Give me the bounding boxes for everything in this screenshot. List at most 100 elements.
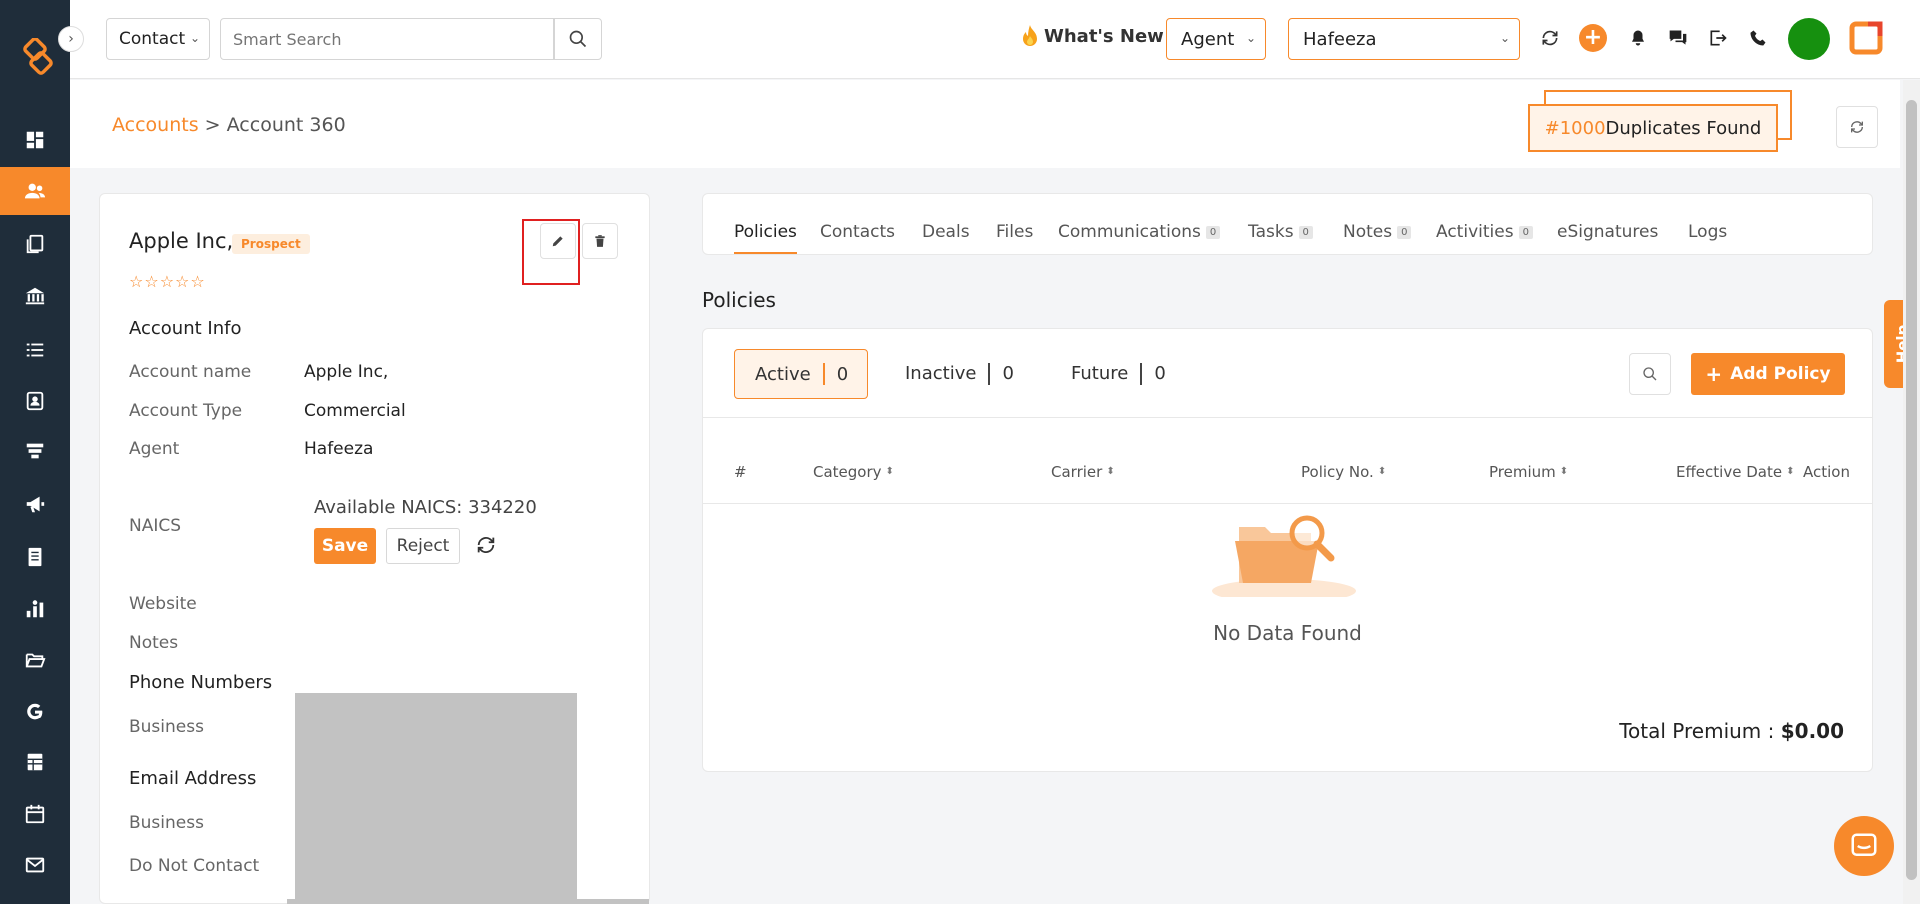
scrollbar-thumb[interactable] bbox=[1906, 100, 1917, 880]
column-premium[interactable]: Premium ⬍ bbox=[1489, 463, 1568, 481]
role-select[interactable]: Agent ⌄ bbox=[1166, 18, 1266, 60]
phone-button[interactable] bbox=[1746, 26, 1770, 50]
policy-search-button[interactable] bbox=[1629, 353, 1671, 395]
sidebar-expand-button[interactable]: › bbox=[58, 26, 84, 52]
sidebar-item-mail[interactable] bbox=[0, 841, 70, 889]
tab-label: Deals bbox=[922, 222, 970, 242]
column-effective-date[interactable]: Effective Date ⬍ bbox=[1676, 463, 1794, 481]
refresh-icon[interactable] bbox=[475, 534, 497, 556]
naics-label: NAICS bbox=[129, 516, 182, 536]
notifications-button[interactable] bbox=[1626, 26, 1650, 50]
sort-icon: ⬍ bbox=[1106, 466, 1115, 477]
sidebar-item-campaigns[interactable] bbox=[0, 480, 70, 528]
sidebar-item-accounts[interactable] bbox=[0, 272, 70, 320]
sidebar-item-pipeline[interactable] bbox=[0, 427, 70, 475]
google-icon bbox=[27, 703, 43, 720]
analytics-icon bbox=[26, 600, 44, 618]
filter-future[interactable]: Future 0 bbox=[1071, 363, 1166, 385]
tab-communications[interactable]: Communications 0 bbox=[1058, 222, 1221, 242]
duplicates-found-button[interactable]: #1000 Duplicates Found bbox=[1528, 104, 1778, 152]
account-details-card: Apple Inc, Prospect ☆☆☆☆☆ Account Info A… bbox=[99, 193, 650, 904]
column-action: Action bbox=[1803, 463, 1850, 481]
brand-logo-icon bbox=[1849, 21, 1883, 55]
add-policy-button[interactable]: + Add Policy bbox=[1691, 353, 1845, 395]
phone-icon bbox=[1750, 30, 1766, 46]
breadcrumb-accounts-link[interactable]: Accounts bbox=[112, 114, 199, 136]
rating-stars[interactable]: ☆☆☆☆☆ bbox=[129, 272, 206, 291]
sidebar-item-google[interactable] bbox=[0, 688, 70, 736]
column-carrier[interactable]: Carrier ⬍ bbox=[1051, 463, 1115, 481]
quick-add-button[interactable]: + bbox=[1579, 24, 1607, 52]
tab-count-badge: 0 bbox=[1397, 225, 1412, 239]
sidebar-item-lists[interactable] bbox=[0, 326, 70, 374]
sidebar-item-analytics[interactable] bbox=[0, 585, 70, 633]
sidebar-item-documents[interactable] bbox=[0, 220, 70, 268]
tab-activities[interactable]: Activities 0 bbox=[1436, 222, 1533, 242]
sort-icon: ⬍ bbox=[1786, 466, 1795, 477]
breadcrumb: Accounts > Account 360 bbox=[112, 114, 346, 136]
user-avatar[interactable] bbox=[1788, 18, 1830, 60]
tab-esignatures[interactable]: eSignatures bbox=[1557, 222, 1658, 242]
page-scrollbar[interactable] bbox=[1903, 80, 1920, 904]
filter-active[interactable]: Active 0 bbox=[734, 349, 868, 399]
tab-label: Notes bbox=[1343, 222, 1393, 242]
account-type-label: Account Type bbox=[129, 401, 243, 421]
divider bbox=[703, 417, 1872, 418]
sidebar-item-dashboard[interactable] bbox=[0, 116, 70, 164]
tab-notes[interactable]: Notes 0 bbox=[1343, 222, 1412, 242]
calendar-icon bbox=[25, 804, 45, 824]
app-logo-icon[interactable] bbox=[18, 38, 58, 78]
tab-label: Contacts bbox=[820, 222, 895, 242]
chat-button[interactable] bbox=[1666, 26, 1690, 50]
chevron-down-icon: ⌄ bbox=[1499, 31, 1510, 45]
whats-new-link[interactable]: What's New bbox=[1020, 24, 1164, 48]
sync-button[interactable] bbox=[1538, 26, 1562, 50]
plus-icon: + bbox=[1583, 25, 1603, 50]
column-policy-no[interactable]: Policy No. ⬍ bbox=[1301, 463, 1386, 481]
column-label: Premium bbox=[1489, 463, 1556, 481]
smart-search-input[interactable] bbox=[220, 18, 554, 60]
sidebar-item-contact-book[interactable] bbox=[0, 377, 70, 425]
delete-account-button[interactable] bbox=[582, 223, 618, 259]
sidebar-item-reports[interactable] bbox=[0, 533, 70, 581]
user-select[interactable]: Hafeeza ⌄ bbox=[1288, 18, 1520, 60]
sidebar-item-contacts[interactable] bbox=[0, 167, 70, 215]
search-button[interactable] bbox=[554, 18, 602, 60]
sidebar-item-files[interactable] bbox=[0, 636, 70, 684]
sidebar-item-spreadsheet[interactable] bbox=[0, 738, 70, 786]
contact-book-icon bbox=[26, 391, 44, 411]
phone-business-label: Business bbox=[129, 717, 204, 737]
column-category[interactable]: Category ⬍ bbox=[813, 463, 894, 481]
tab-policies[interactable]: Policies bbox=[734, 222, 797, 242]
save-naics-button[interactable]: Save bbox=[314, 528, 376, 564]
column-label: Category bbox=[813, 463, 882, 481]
sidebar-item-calendar[interactable] bbox=[0, 790, 70, 838]
funnel-icon bbox=[26, 443, 44, 459]
tab-logs[interactable]: Logs bbox=[1688, 222, 1727, 242]
tab-count-badge: 0 bbox=[1298, 225, 1313, 239]
refresh-icon bbox=[1851, 121, 1863, 133]
tab-label: Policies bbox=[734, 222, 797, 242]
chat-widget-button[interactable] bbox=[1834, 816, 1894, 876]
divider bbox=[703, 503, 1872, 504]
logout-button[interactable] bbox=[1706, 26, 1730, 50]
logout-icon bbox=[1710, 30, 1727, 46]
add-policy-label: Add Policy bbox=[1730, 364, 1831, 384]
filter-inactive[interactable]: Inactive 0 bbox=[905, 363, 1014, 385]
search-scope-select[interactable]: Contact ⌄ bbox=[106, 18, 210, 60]
bell-icon bbox=[1632, 30, 1644, 46]
account-tabs: Policies Contacts Deals Files Communicat… bbox=[702, 193, 1873, 255]
agent-label: Agent bbox=[129, 439, 180, 459]
tab-files[interactable]: Files bbox=[996, 222, 1033, 242]
total-premium-label: Total Premium : bbox=[1619, 719, 1775, 743]
account-title: Apple Inc, bbox=[129, 229, 234, 253]
sort-icon: ⬍ bbox=[1377, 466, 1387, 477]
reject-naics-button[interactable]: Reject bbox=[386, 528, 460, 564]
tab-count-badge: 0 bbox=[1205, 225, 1221, 239]
fire-icon bbox=[1023, 25, 1037, 46]
agent-value: Hafeeza bbox=[304, 439, 374, 459]
tab-contacts[interactable]: Contacts bbox=[820, 222, 895, 242]
refresh-button[interactable] bbox=[1836, 106, 1878, 148]
tab-deals[interactable]: Deals bbox=[922, 222, 970, 242]
tab-tasks[interactable]: Tasks 0 bbox=[1248, 222, 1313, 242]
